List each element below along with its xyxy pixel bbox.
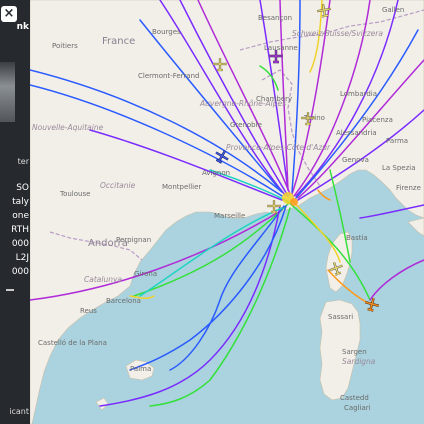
- label-parma: Parma: [386, 137, 408, 145]
- label-gallen: Gallen: [382, 6, 404, 14]
- label-clermont: Clermont-Ferrand: [138, 72, 199, 80]
- label-cagliari: Cagliari: [344, 404, 371, 412]
- divider: [6, 289, 14, 291]
- label-sardigna: Sardigna: [342, 357, 376, 366]
- flight-row-7: 000: [11, 267, 29, 277]
- flight-map[interactable]: France Andorra Poitiers Bourges Besançon…: [30, 0, 424, 424]
- flight-info-sidebar: × nk ter SO taly one RTH 000 L2J 000 ica…: [0, 0, 30, 424]
- label-castello: Castelló de la Plana: [38, 339, 107, 347]
- label-occitanie: Occitanie: [100, 181, 136, 190]
- label-girona: Girona: [134, 270, 157, 278]
- label-barcelona: Barcelona: [106, 297, 141, 305]
- label-catalunya: Catalunya: [84, 275, 122, 284]
- label-france: France: [102, 36, 135, 47]
- label-alessandria: Alessandria: [336, 129, 377, 137]
- label-schweiz: Schweiz/Suisse/Svizzera: [292, 29, 383, 38]
- label-besancon: Besançon: [258, 14, 292, 22]
- label-firenze: Firenze: [396, 184, 421, 192]
- flight-row-6: L2J: [15, 253, 29, 263]
- sidebar-label: ter: [17, 157, 29, 166]
- flight-row-3: one: [12, 211, 29, 221]
- label-sargen: Sargen: [342, 348, 367, 356]
- sidebar-bottom-label: icant: [9, 407, 29, 416]
- label-genova: Genova: [342, 156, 369, 164]
- label-palma: Palma: [130, 365, 151, 373]
- flight-row-1: SO: [16, 183, 29, 193]
- label-lausanne: Lausanne: [264, 44, 298, 52]
- label-auvergne: Auvergne-Rhône-Alpes: [199, 99, 286, 108]
- flight-row-4: RTH: [11, 225, 29, 235]
- label-bastia: Bastia: [346, 234, 368, 242]
- label-laspezia: La Spezia: [382, 164, 416, 172]
- label-reus: Reus: [80, 307, 97, 315]
- label-toulouse: Toulouse: [59, 190, 90, 198]
- label-avignon: Avignon: [202, 169, 230, 177]
- flight-link[interactable]: nk: [17, 22, 29, 32]
- label-castedd: Castedd: [340, 394, 369, 402]
- label-bourges: Bourges: [152, 28, 181, 36]
- flight-row-2: taly: [12, 197, 29, 207]
- label-nouvelle-aquitaine: Nouvelle-Aquitaine: [32, 123, 104, 132]
- label-sassari: Sassari: [328, 313, 353, 321]
- label-marseille: Marseille: [214, 212, 245, 220]
- label-paca: Provence-Alpes-Côte d'Azur: [226, 143, 331, 152]
- label-montpellier: Montpellier: [162, 183, 201, 191]
- label-grenoble: Grenoble: [230, 121, 262, 129]
- label-perpignan: Perpignan: [116, 236, 151, 244]
- label-poitiers: Poitiers: [52, 42, 78, 50]
- label-lombardia: Lombardia: [340, 90, 377, 98]
- flight-row-5: 000: [11, 239, 29, 249]
- aircraft-photo[interactable]: [0, 62, 15, 122]
- map-canvas[interactable]: France Andorra Poitiers Bourges Besançon…: [30, 0, 424, 424]
- label-piacenza: Piacenza: [362, 116, 393, 124]
- close-icon[interactable]: ×: [1, 6, 17, 22]
